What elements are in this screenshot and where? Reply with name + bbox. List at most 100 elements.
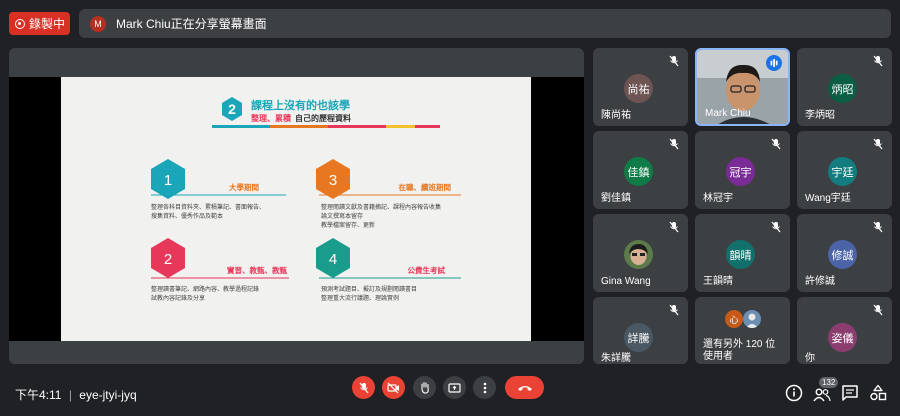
recording-indicator[interactable]: 錄製中 xyxy=(9,12,70,35)
avatar: 姿儀 xyxy=(828,323,857,352)
participant-name: 許修誠 xyxy=(805,276,835,287)
participant-tile[interactable]: 韻晴 王韻晴 xyxy=(695,214,790,292)
title-bar-yellow xyxy=(386,125,415,128)
people-icon xyxy=(813,388,831,402)
participant-name: 陳尚祐 xyxy=(601,110,631,121)
section-4-heading: 公費生考試 xyxy=(408,265,446,275)
end-call-icon xyxy=(517,385,532,391)
participant-tile[interactable]: 宇廷 Wang宇廷 xyxy=(797,131,892,209)
mic-off-icon xyxy=(669,138,679,150)
avatar: 宇廷 xyxy=(828,157,857,186)
slide-subtitle-red: 整理、累積 xyxy=(250,113,292,123)
camera-off-icon xyxy=(387,382,399,393)
section-1-line-2: 搜集資料、優秀作品及範本 xyxy=(151,212,223,220)
meeting-info: 下午4:11 | eye-jtyi-jyq xyxy=(15,386,137,403)
avatar: 修誠 xyxy=(828,240,857,269)
clock-time: 下午4:11 xyxy=(15,388,62,402)
slide-content: 2 課程上沒有的也該學 整理、累積 自己的歷程資料 1 大學期間 整理各科目資料… xyxy=(151,97,461,302)
title-bar-red xyxy=(415,125,440,128)
more-participants-label: 還有另外 120 位使用者 xyxy=(703,339,776,362)
participant-tile[interactable]: 冠宇 林冠宇 xyxy=(695,131,790,209)
participant-name: 王韻晴 xyxy=(703,276,733,287)
participant-name: Mark Chiu xyxy=(705,108,751,119)
participant-tile-active-speaker[interactable]: Mark Chiu xyxy=(695,48,790,126)
mic-off-icon xyxy=(771,138,781,150)
mic-off-icon xyxy=(873,304,883,316)
mic-off-icon xyxy=(669,221,679,233)
participant-tile[interactable]: 佳鎮 劉佳鎮 xyxy=(593,131,688,209)
self-tile[interactable]: 姿儀 你 xyxy=(797,297,892,364)
camera-toggle-button[interactable] xyxy=(382,376,405,399)
more-participants-tile[interactable]: 心 還有另外 120 位使用者 xyxy=(695,297,790,364)
avatar-photo xyxy=(743,310,761,328)
mic-off-icon xyxy=(669,304,679,316)
participant-name: 你 xyxy=(805,353,815,364)
title-bar-teal xyxy=(212,125,270,128)
meeting-details-info-icon[interactable] xyxy=(785,384,803,402)
slide-subtitle-rest: 自己的歷程資料 xyxy=(295,113,351,123)
mic-off-icon xyxy=(873,55,883,67)
screen-share-text: Mark Chiu正在分享螢幕畫面 xyxy=(116,17,267,31)
activities-icon[interactable] xyxy=(869,384,887,402)
mic-toggle-button[interactable] xyxy=(352,376,375,399)
participant-tile[interactable]: 詳騰 朱詳騰 xyxy=(593,297,688,364)
participant-tile[interactable]: 炳昭 李炳昭 xyxy=(797,48,892,126)
section-2-line-2: 試教內容記錄及分享 xyxy=(151,294,205,302)
participant-tile[interactable]: 尚祐 陳尚祐 xyxy=(593,48,688,126)
present-screen-button[interactable] xyxy=(443,376,466,399)
avatar: 尚祐 xyxy=(624,74,653,103)
slide: 2 課程上沒有的也該學 整理、累積 自己的歷程資料 1 大學期間 整理各科目資料… xyxy=(61,77,531,341)
chat-icon[interactable] xyxy=(841,384,859,402)
separator: | xyxy=(68,388,72,402)
speaking-indicator-icon xyxy=(766,55,782,71)
people-count-badge: 132 xyxy=(819,377,839,388)
presenter-avatar: M xyxy=(90,15,106,32)
participant-name: 朱詳騰 xyxy=(601,353,631,364)
presentation-letterbox: 2 課程上沒有的也該學 整理、累積 自己的歷程資料 1 大學期間 整理各科目資料… xyxy=(9,77,584,341)
section-1-line-1: 整理各科目資料夾、累積筆記、書面報告、 xyxy=(151,203,265,211)
mic-off-icon xyxy=(359,382,368,393)
section-4-line-2: 整理重大流行議題、理論實例 xyxy=(321,294,399,302)
section-2-line-1: 整理讀書筆記、網路內容、教學過程記錄 xyxy=(151,285,259,293)
present-screen-icon xyxy=(448,382,461,393)
meeting-code: eye-jtyi-jyq xyxy=(79,388,137,402)
bottom-bar: 下午4:11 | eye-jtyi-jyq 132 xyxy=(0,370,900,416)
section-3-number: 3 xyxy=(329,172,337,189)
end-call-button[interactable] xyxy=(505,376,544,399)
section-1-heading: 大學期間 xyxy=(229,182,259,192)
participant-name: Gina Wang xyxy=(601,276,651,287)
section-3-line-1: 整理閱讀文獻及書籍摘記、課程內容報告收集 xyxy=(321,203,441,211)
avatar: 詳騰 xyxy=(624,323,653,352)
participant-tile[interactable]: Gina Wang xyxy=(593,214,688,292)
mic-off-icon xyxy=(669,55,679,67)
section-4-number: 4 xyxy=(329,251,337,268)
participant-name: 李炳昭 xyxy=(805,110,835,121)
avatar: 佳鎮 xyxy=(624,157,653,186)
mic-off-icon xyxy=(771,221,781,233)
mic-off-icon xyxy=(873,221,883,233)
avatar: 炳昭 xyxy=(828,74,857,103)
participant-name: 劉佳鎮 xyxy=(601,193,631,204)
people-button[interactable]: 132 xyxy=(812,377,839,404)
screen-share-banner: M Mark Chiu正在分享螢幕畫面 xyxy=(79,9,891,38)
section-1-number: 1 xyxy=(164,172,172,189)
section-3-heading: 在職、續班期間 xyxy=(399,182,452,192)
participant-name: Wang宇廷 xyxy=(805,193,851,204)
more-options-button[interactable] xyxy=(473,376,496,399)
section-3-line-3: 教學檔案留存、更新 xyxy=(321,221,375,229)
avatar: 冠宇 xyxy=(726,157,755,186)
section-4-line-1: 預測考試題目、擬訂及規劃閱讀書目 xyxy=(321,285,417,293)
title-bar-orange xyxy=(270,125,328,128)
participant-tile[interactable]: 修誠 許修誠 xyxy=(797,214,892,292)
section-2-number: 2 xyxy=(164,251,172,268)
mic-off-icon xyxy=(873,138,883,150)
avatar-photo xyxy=(624,240,653,269)
raise-hand-button[interactable] xyxy=(413,376,436,399)
title-number: 2 xyxy=(228,101,236,117)
avatar: 心 xyxy=(725,310,743,328)
record-icon xyxy=(15,18,25,29)
participant-name: 林冠宇 xyxy=(703,193,733,204)
avatar: 韻晴 xyxy=(726,240,755,269)
presentation-area[interactable]: 2 課程上沒有的也該學 整理、累積 自己的歷程資料 1 大學期間 整理各科目資料… xyxy=(9,48,584,364)
slide-title: 課程上沒有的也該學 xyxy=(251,98,350,112)
